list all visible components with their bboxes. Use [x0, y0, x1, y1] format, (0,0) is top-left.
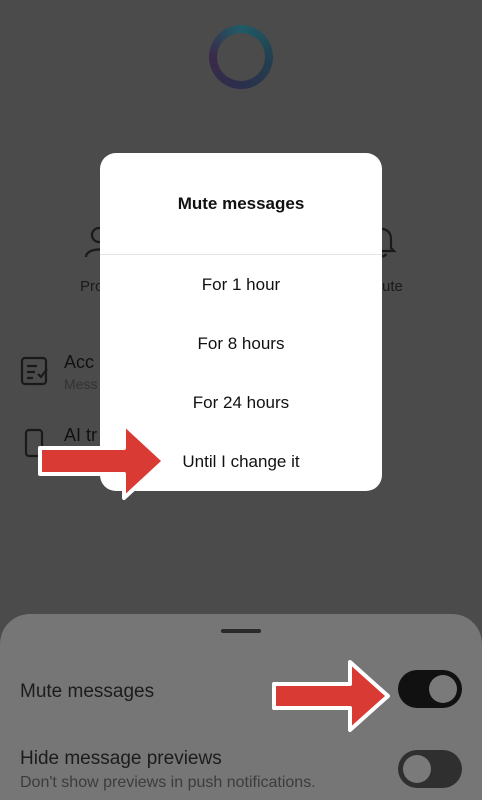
account-row-title: Acc [64, 352, 95, 372]
toggle-knob [403, 755, 431, 783]
account-row-subtitle: Mess [64, 376, 98, 392]
profile-avatar-ring [209, 25, 273, 89]
profile-label: Pro [80, 278, 100, 295]
dialog-title: Mute messages [100, 153, 382, 255]
mute-label: ute [382, 278, 403, 295]
bottom-sheet: Mute messages Hide message previews Don'… [0, 614, 482, 800]
option-8-hours[interactable]: For 8 hours [100, 314, 382, 373]
hide-previews-label: Hide message previews [20, 748, 222, 769]
red-arrow-icon [34, 418, 170, 504]
mute-messages-toggle[interactable] [398, 670, 462, 708]
mute-messages-label: Mute messages [20, 681, 155, 702]
hide-previews-toggle[interactable] [398, 750, 462, 788]
hide-previews-sublabel: Don't show previews in push notification… [20, 774, 316, 791]
sheet-drag-handle[interactable] [221, 629, 261, 633]
red-arrow-icon [268, 656, 394, 736]
option-1-hour[interactable]: For 1 hour [100, 255, 382, 314]
note-check-icon [20, 354, 50, 386]
toggle-knob [429, 675, 457, 703]
